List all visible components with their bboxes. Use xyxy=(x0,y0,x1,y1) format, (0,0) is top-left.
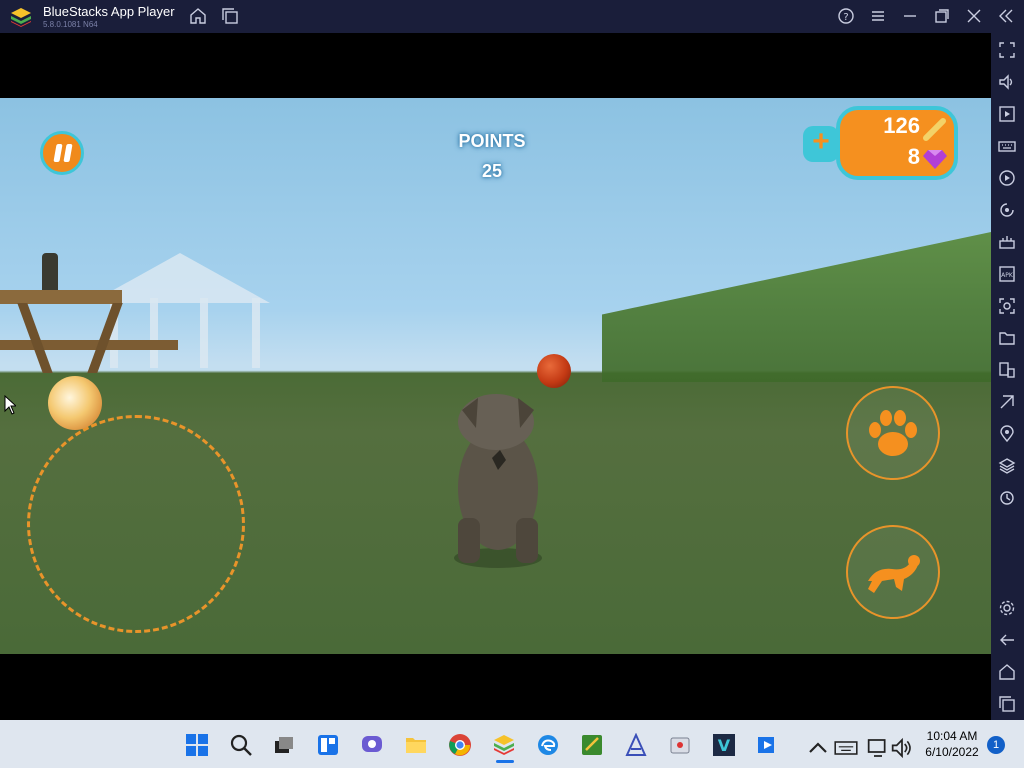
vector-app-icon[interactable] xyxy=(624,733,648,757)
file-explorer-icon[interactable] xyxy=(404,733,428,757)
edge-icon[interactable] xyxy=(536,733,560,757)
clock-date[interactable]: 6/10/2022 xyxy=(920,745,984,759)
back-icon[interactable] xyxy=(998,631,1016,649)
paw-icon xyxy=(869,410,917,456)
sync-icon[interactable] xyxy=(998,201,1016,219)
notification-badge[interactable]: 1 xyxy=(987,736,1005,754)
tool-icon[interactable] xyxy=(668,733,692,757)
app-store-icon[interactable] xyxy=(580,733,604,757)
letterbox-top xyxy=(0,33,991,98)
start-icon[interactable] xyxy=(185,733,209,757)
settings-icon[interactable] xyxy=(998,599,1016,617)
media-icon[interactable] xyxy=(998,105,1016,123)
svg-text:V: V xyxy=(718,736,731,755)
active-app-indicator xyxy=(496,760,514,763)
gems-value: 8 xyxy=(907,144,920,169)
screenshot-icon[interactable] xyxy=(998,297,1016,315)
movement-joystick[interactable] xyxy=(27,415,245,633)
menu-icon[interactable] xyxy=(869,7,887,25)
picnic-bench xyxy=(0,340,178,350)
android-home-icon[interactable] xyxy=(998,663,1016,681)
jump-action-button[interactable] xyxy=(846,525,940,619)
bluestacks-icon[interactable] xyxy=(492,733,516,757)
leaping-dog-icon xyxy=(868,555,920,593)
game-controls-icon[interactable] xyxy=(998,233,1016,251)
paw-action-button[interactable] xyxy=(846,386,940,480)
bone-icon xyxy=(923,118,946,141)
collapse-sidebar-icon[interactable] xyxy=(997,7,1015,25)
v-app-icon[interactable]: V xyxy=(712,733,736,757)
rotate-icon[interactable] xyxy=(998,489,1016,507)
network-icon[interactable] xyxy=(866,736,886,757)
task-view-icon[interactable] xyxy=(272,733,296,757)
chrome-icon[interactable] xyxy=(448,733,472,757)
table-leg xyxy=(17,303,53,373)
keyboard-layout-icon[interactable] xyxy=(834,736,858,755)
hedge-wall xyxy=(602,232,991,382)
window-title: BlueStacks App Player xyxy=(43,4,175,19)
plus-icon: + xyxy=(812,125,830,158)
clock-time[interactable]: 10:04 AM xyxy=(920,729,984,743)
pause-button[interactable] xyxy=(40,131,84,175)
add-currency-button[interactable]: + xyxy=(803,126,839,162)
install-apk-icon[interactable]: APK xyxy=(998,265,1016,283)
home-icon[interactable] xyxy=(189,7,207,25)
svg-text:?: ? xyxy=(843,12,848,23)
chat-icon[interactable] xyxy=(360,733,384,757)
bluestacks-sidebar: APK xyxy=(991,33,1024,720)
app-version: 5.8.0.1081 N64 xyxy=(43,20,98,29)
macro-icon[interactable] xyxy=(998,169,1016,187)
multi-screen-icon[interactable] xyxy=(998,361,1016,379)
restore-icon[interactable] xyxy=(933,7,951,25)
media-player-icon[interactable] xyxy=(756,733,780,757)
ball xyxy=(537,354,571,388)
coins-value: 126 xyxy=(883,113,920,138)
title-bar: BlueStacks App Player 5.8.0.1081 N64 ? xyxy=(0,0,1024,33)
search-icon[interactable] xyxy=(229,733,253,757)
gazebo-post xyxy=(200,298,208,368)
volume-icon[interactable] xyxy=(998,73,1016,91)
svg-text:APK: APK xyxy=(1001,272,1014,279)
gazebo-post xyxy=(150,298,158,368)
recents-icon[interactable] xyxy=(998,695,1016,713)
multi-instance-icon[interactable] xyxy=(221,7,239,25)
keyboard-icon[interactable] xyxy=(998,137,1016,155)
gem-icon xyxy=(923,150,947,169)
fullscreen-icon[interactable] xyxy=(998,41,1016,59)
location-icon[interactable] xyxy=(998,425,1016,443)
help-icon[interactable]: ? xyxy=(837,7,855,25)
widgets-icon[interactable] xyxy=(316,733,340,757)
mouse-cursor-icon xyxy=(4,395,16,415)
minimize-icon[interactable] xyxy=(901,7,919,25)
volume-tray-icon[interactable] xyxy=(890,736,911,759)
points-label: POINTS xyxy=(458,131,526,151)
tray-overflow-icon[interactable] xyxy=(806,736,827,754)
joystick-knob[interactable] xyxy=(48,376,102,430)
game-viewport[interactable]: POINTS 25 + 126 8 xyxy=(0,98,991,654)
gazebo-post xyxy=(252,298,260,368)
bluestacks-logo-icon xyxy=(10,7,32,27)
letterbox-bottom xyxy=(0,654,991,720)
bottle xyxy=(42,253,58,295)
eco-mode-icon[interactable] xyxy=(998,393,1016,411)
picnic-table xyxy=(0,290,122,304)
layers-icon[interactable] xyxy=(998,457,1016,475)
folder-icon[interactable] xyxy=(998,329,1016,347)
close-icon[interactable] xyxy=(965,7,983,25)
dog-character xyxy=(454,394,542,568)
points-value: 25 xyxy=(481,161,503,181)
